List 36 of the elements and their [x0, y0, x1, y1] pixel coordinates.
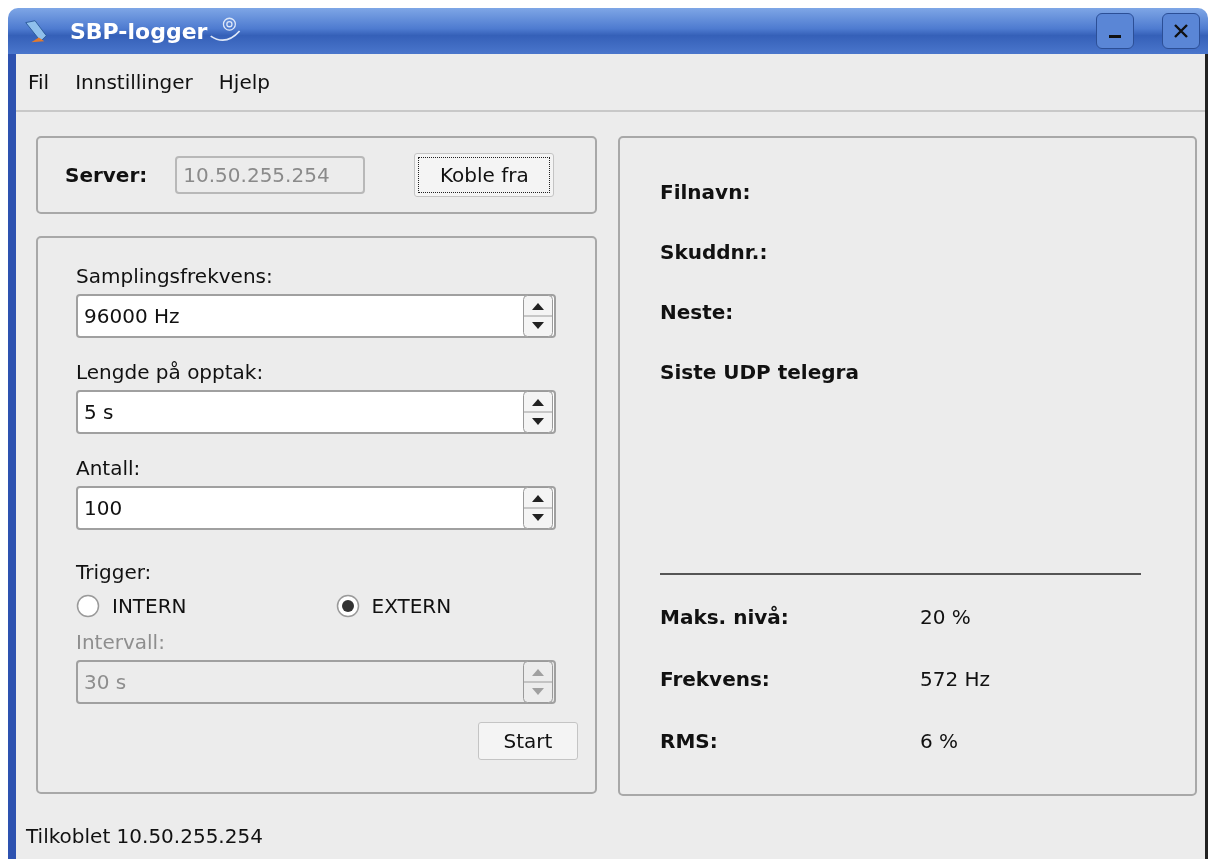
radio-label[interactable]: EXTERN: [371, 594, 452, 618]
start-button[interactable]: Start: [478, 722, 578, 760]
spin-box[interactable]: 96000 Hz: [76, 294, 556, 338]
menu-item[interactable]: Hjelp: [216, 66, 272, 98]
stat-label: Frekvens:: [660, 666, 771, 693]
menu-item[interactable]: Innstillinger: [73, 66, 195, 98]
radio-label[interactable]: INTERN: [112, 594, 187, 618]
stat-label: Maks. nivå:: [660, 604, 790, 631]
spin-box[interactable]: 5 s: [76, 390, 556, 434]
stat-label: RMS:: [660, 728, 719, 755]
spin-arrows-icon[interactable]: [522, 391, 554, 433]
field-label: Intervall:: [76, 629, 166, 656]
server-label: Server:: [65, 163, 148, 187]
minimize-icon: [1109, 34, 1121, 38]
app-icon: [22, 17, 50, 45]
stat-value: 6 %: [920, 728, 960, 755]
close-button[interactable]: [1162, 13, 1200, 49]
radio-button[interactable]: [335, 594, 360, 618]
stat-value: 572 Hz: [920, 666, 992, 693]
window-title: SBP-logger: [70, 18, 208, 44]
info-label: Siste UDP telegra: [660, 359, 860, 386]
status-text: Tilkoblet 10.50.255.254: [25, 823, 264, 848]
spin-box[interactable]: 100: [76, 486, 556, 530]
radio-button[interactable]: [76, 594, 100, 618]
info-label: Neste:: [660, 299, 735, 326]
field-label: Samplingsfrekvens:: [76, 263, 274, 290]
info-label: Filnavn:: [660, 179, 752, 206]
field-label: Lengde på opptak:: [76, 359, 265, 386]
field-label: Antall:: [76, 455, 142, 482]
spin-arrows-icon[interactable]: [522, 295, 554, 337]
trigger-label: Trigger:: [76, 559, 153, 586]
menu-item[interactable]: Fil: [26, 66, 52, 98]
info-label: Skuddnr.:: [660, 239, 769, 266]
minimize-button[interactable]: [1096, 13, 1134, 49]
stat-value: 20 %: [920, 604, 972, 631]
spin-arrows-icon[interactable]: [522, 487, 554, 529]
